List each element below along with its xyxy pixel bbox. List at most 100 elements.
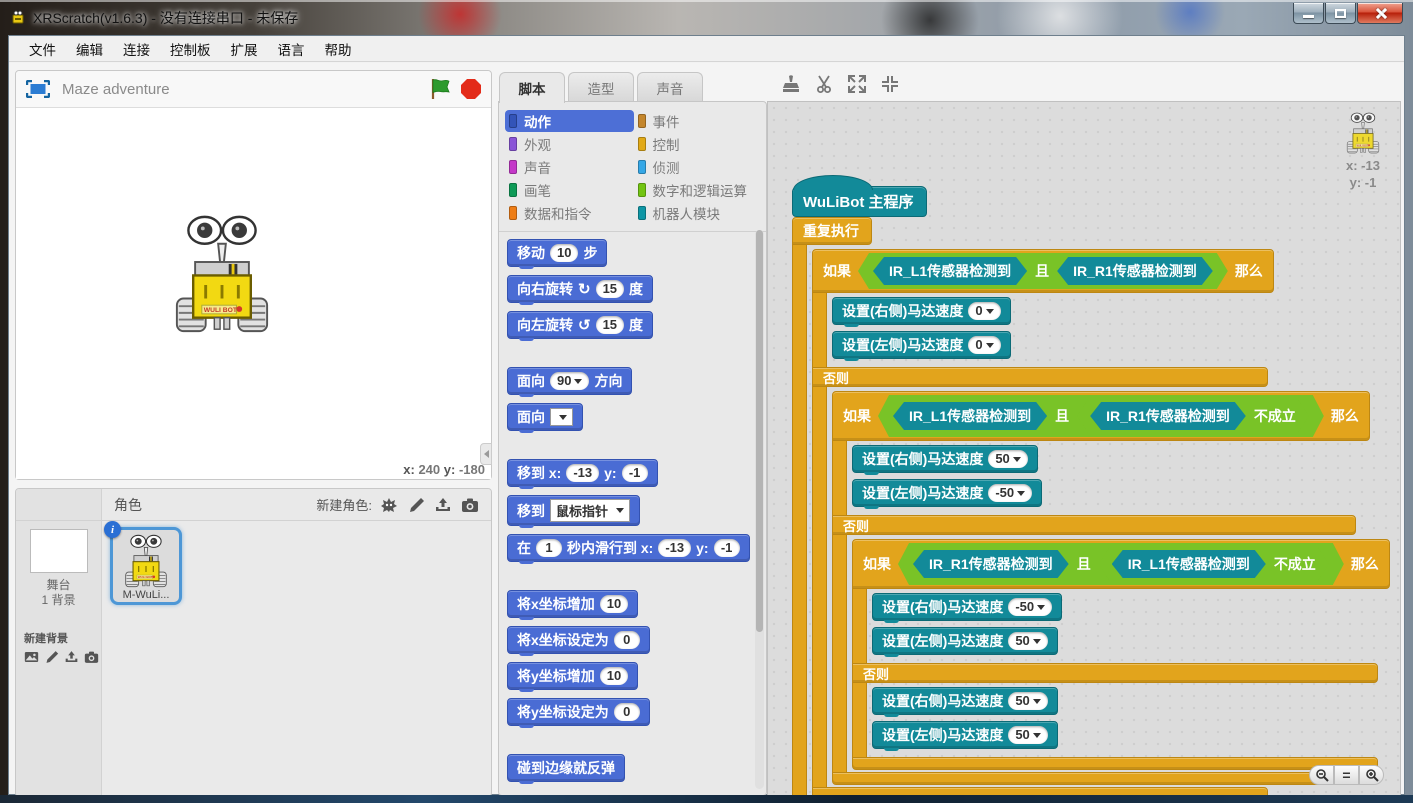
not-operator[interactable]: IR_L1传感器检测到 不成立 bbox=[1099, 547, 1329, 581]
shrink-sprite-icon[interactable] bbox=[880, 74, 900, 94]
stamp-duplicate-icon[interactable] bbox=[781, 74, 801, 94]
x-value[interactable]: -13 bbox=[658, 539, 691, 557]
block-set-x[interactable]: 将x坐标设定为0 bbox=[507, 626, 650, 654]
set-right-motor-block[interactable]: 设置(右侧)马达速度50 bbox=[852, 445, 1038, 473]
x-value[interactable]: 0 bbox=[614, 631, 640, 649]
upload-backdrop-icon[interactable] bbox=[64, 650, 79, 664]
ir-r1-sensor-block[interactable]: IR_R1传感器检测到 bbox=[913, 550, 1069, 578]
maximize-button[interactable] bbox=[1325, 3, 1356, 24]
motor-speed-dropdown[interactable]: 50 bbox=[1008, 692, 1047, 710]
project-title[interactable]: Maze adventure bbox=[62, 81, 429, 98]
category-pen[interactable]: 画笔 bbox=[505, 179, 634, 201]
block-bounce-on-edge[interactable]: 碰到边缘就反弹 bbox=[507, 754, 625, 782]
zoom-reset-button[interactable]: = bbox=[1334, 765, 1359, 785]
if3-header[interactable]: 如果 IR_R1传感器检测到 且 IR_L1传感器检测到 bbox=[852, 539, 1390, 589]
set-left-motor-block[interactable]: 设置(左侧)马达速度-50 bbox=[852, 479, 1042, 507]
x-value[interactable]: -13 bbox=[566, 464, 599, 482]
block-goto-mouse[interactable]: 移到鼠标指针 bbox=[507, 495, 640, 526]
block-turn-right[interactable]: 向右旋转↻15度 bbox=[507, 275, 653, 303]
stop-icon[interactable] bbox=[461, 79, 481, 99]
if-else-block-3[interactable]: 如果 IR_R1传感器检测到 且 IR_L1传感器检测到 bbox=[852, 539, 1390, 770]
tab-scripts[interactable]: 脚本 bbox=[499, 72, 565, 103]
new-sprite-from-library-icon[interactable] bbox=[380, 497, 398, 513]
delta-value[interactable]: 10 bbox=[600, 595, 628, 613]
set-right-motor-block[interactable]: 设置(右侧)马达速度50 bbox=[872, 687, 1058, 715]
fullscreen-icon[interactable] bbox=[26, 80, 50, 98]
block-move-steps[interactable]: 移动10步 bbox=[507, 239, 607, 267]
close-button[interactable] bbox=[1357, 3, 1403, 24]
stage-sprite-wulibot[interactable] bbox=[174, 213, 270, 335]
category-operators[interactable]: 数字和逻辑运算 bbox=[634, 179, 763, 201]
forever-block[interactable]: 重复执行 如果 IR_L1传感器检测到 bbox=[792, 217, 1390, 796]
block-change-y[interactable]: 将y坐标增加10 bbox=[507, 662, 638, 690]
and-operator[interactable]: IR_R1传感器检测到 且 IR_L1传感器检测到 不成立 bbox=[898, 543, 1344, 585]
category-control[interactable]: 控制 bbox=[634, 133, 763, 155]
degrees-value[interactable]: 15 bbox=[596, 316, 624, 334]
direction-dropdown[interactable]: 90 bbox=[550, 372, 589, 390]
sprite-info-badge[interactable]: i bbox=[104, 521, 121, 538]
menu-help[interactable]: 帮助 bbox=[315, 36, 362, 62]
motor-speed-dropdown[interactable]: -50 bbox=[1008, 598, 1052, 616]
if2-header[interactable]: 如果 IR_L1传感器检测到 且 IR_R1传感器检测到 bbox=[832, 391, 1370, 441]
script-area[interactable]: x: -13 y: -1 WuLiBot 主程序 重复执行 bbox=[767, 101, 1401, 796]
set-left-motor-block[interactable]: 设置(左侧)马达速度50 bbox=[872, 627, 1058, 655]
if3-else-bar[interactable]: 否则 bbox=[852, 663, 1378, 683]
if2-else-bar[interactable]: 否则 bbox=[832, 515, 1356, 535]
backdrop-from-library-icon[interactable] bbox=[24, 650, 39, 664]
menu-language[interactable]: 语言 bbox=[268, 36, 315, 62]
stage-thumbnail[interactable] bbox=[30, 529, 88, 573]
category-events[interactable]: 事件 bbox=[634, 110, 763, 132]
and-operator[interactable]: IR_L1传感器检测到 且 IR_R1传感器检测到 bbox=[858, 253, 1228, 289]
forever-header[interactable]: 重复执行 bbox=[792, 217, 872, 245]
menu-file[interactable]: 文件 bbox=[19, 36, 66, 62]
stage-resize-handle[interactable] bbox=[480, 443, 492, 465]
block-point-towards[interactable]: 面向 bbox=[507, 403, 583, 431]
y-value[interactable]: -1 bbox=[714, 539, 740, 557]
degrees-value[interactable]: 15 bbox=[596, 280, 624, 298]
menu-board[interactable]: 控制板 bbox=[160, 36, 221, 62]
if-else-block-1[interactable]: 如果 IR_L1传感器检测到 且 IR_R1传感器检测到 那么 bbox=[812, 249, 1390, 796]
ir-l1-sensor-block[interactable]: IR_L1传感器检测到 bbox=[873, 257, 1027, 285]
if-else-block-2[interactable]: 如果 IR_L1传感器检测到 且 IR_R1传感器检测到 bbox=[832, 391, 1390, 785]
set-right-motor-block[interactable]: 设置(右侧)马达速度-50 bbox=[872, 593, 1062, 621]
ir-l1-sensor-block[interactable]: IR_L1传感器检测到 bbox=[1112, 550, 1266, 578]
hat-block-wulibot-main[interactable]: WuLiBot 主程序 bbox=[792, 186, 927, 217]
scissors-delete-icon[interactable] bbox=[814, 74, 834, 94]
ir-r1-sensor-block[interactable]: IR_R1传感器检测到 bbox=[1090, 402, 1246, 430]
set-left-motor-block[interactable]: 设置(左侧)马达速度0 bbox=[832, 331, 1011, 359]
goto-target-dropdown[interactable]: 鼠标指针 bbox=[550, 499, 630, 522]
menu-edit[interactable]: 编辑 bbox=[66, 36, 113, 62]
motor-speed-dropdown[interactable]: 0 bbox=[968, 302, 1000, 320]
camera-backdrop-icon[interactable] bbox=[84, 650, 99, 664]
camera-sprite-icon[interactable] bbox=[461, 497, 479, 513]
tab-costumes[interactable]: 造型 bbox=[568, 72, 634, 102]
block-set-y[interactable]: 将y坐标设定为0 bbox=[507, 698, 650, 726]
set-left-motor-block[interactable]: 设置(左侧)马达速度50 bbox=[872, 721, 1058, 749]
seconds-value[interactable]: 1 bbox=[536, 539, 562, 557]
block-glide[interactable]: 在1秒内滑行到 x:-13y:-1 bbox=[507, 534, 750, 562]
sprite-card-mwulibot[interactable]: i M-WuLi... bbox=[110, 527, 182, 605]
block-goto-xy[interactable]: 移到 x:-13y:-1 bbox=[507, 459, 658, 487]
y-value[interactable]: -1 bbox=[622, 464, 648, 482]
category-sound[interactable]: 声音 bbox=[505, 156, 634, 178]
steps-value[interactable]: 10 bbox=[550, 244, 578, 262]
block-turn-left[interactable]: 向左旋转↺15度 bbox=[507, 311, 653, 339]
category-robot[interactable]: 机器人模块 bbox=[634, 202, 763, 224]
motor-speed-dropdown[interactable]: 0 bbox=[968, 336, 1000, 354]
category-looks[interactable]: 外观 bbox=[505, 133, 634, 155]
block-point-direction[interactable]: 面向90方向 bbox=[507, 367, 632, 395]
and-operator[interactable]: IR_L1传感器检测到 且 IR_R1传感器检测到 不成立 bbox=[878, 395, 1324, 437]
motor-speed-dropdown[interactable]: -50 bbox=[988, 484, 1032, 502]
motor-speed-dropdown[interactable]: 50 bbox=[988, 450, 1027, 468]
if1-else-bar[interactable]: 否则 bbox=[812, 367, 1268, 387]
ir-r1-sensor-block[interactable]: IR_R1传感器检测到 bbox=[1057, 257, 1213, 285]
palette-scrollbar-thumb[interactable] bbox=[756, 230, 763, 632]
not-operator[interactable]: IR_R1传感器检测到 不成立 bbox=[1077, 399, 1309, 433]
motor-speed-dropdown[interactable]: 50 bbox=[1008, 726, 1047, 744]
menu-connect[interactable]: 连接 bbox=[113, 36, 160, 62]
zoom-in-button[interactable] bbox=[1359, 765, 1384, 785]
stage-canvas[interactable]: x: 240 y: -180 bbox=[16, 108, 491, 479]
grow-sprite-icon[interactable] bbox=[847, 74, 867, 94]
delta-value[interactable]: 10 bbox=[600, 667, 628, 685]
menu-extensions[interactable]: 扩展 bbox=[221, 36, 268, 62]
